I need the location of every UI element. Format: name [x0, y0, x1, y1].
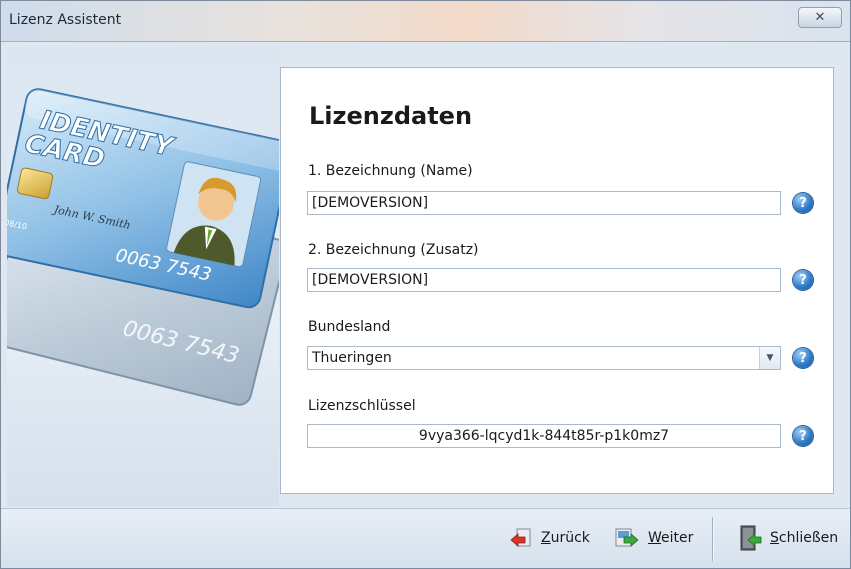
back-mnemonic: Z	[541, 530, 551, 546]
state-select-value: Thueringen	[312, 350, 392, 366]
name-label: 1. Bezeichnung (Name)	[308, 163, 473, 179]
name-help-icon[interactable]: ?	[793, 193, 813, 213]
license-wizard-window: Lizenz Assistent ✕ 0063 7543 IDENTITY CA…	[0, 0, 851, 569]
button-separator	[712, 517, 713, 561]
license-key-help-icon[interactable]: ?	[793, 426, 813, 446]
state-select[interactable]: Thueringen ▼	[307, 346, 781, 370]
state-label: Bundesland	[308, 319, 391, 335]
next-mnemonic: W	[648, 530, 662, 546]
window-title: Lizenz Assistent	[9, 12, 122, 28]
addition-label: 2. Bezeichnung (Zusatz)	[308, 242, 479, 258]
exit-door-icon	[740, 525, 762, 551]
license-key-field[interactable]: 9vya366-lqcyd1k-844t85r-p1k0mz7	[307, 424, 781, 448]
button-bar: Zurück Weiter Schließen	[1, 508, 850, 568]
next-label: eiter	[661, 530, 694, 546]
window-close-button[interactable]: ✕	[798, 7, 842, 28]
back-arrow-icon	[510, 528, 531, 547]
addition-help-icon[interactable]: ?	[793, 270, 813, 290]
help-glyph: ?	[799, 195, 807, 211]
chevron-down-icon[interactable]: ▼	[759, 347, 780, 369]
next-arrow-icon	[615, 528, 639, 547]
close-button[interactable]: Schließen	[738, 520, 838, 556]
title-bar[interactable]: Lizenz Assistent ✕	[1, 1, 850, 42]
page-title: Lizenzdaten	[309, 102, 473, 130]
help-glyph: ?	[799, 350, 807, 366]
close-label: chließen	[778, 530, 839, 546]
help-glyph: ?	[799, 428, 807, 444]
addition-field[interactable]: [DEMOVERSION]	[307, 268, 781, 292]
close-mnemonic: S	[770, 530, 779, 546]
identity-card-illustration: 0063 7543 IDENTITY CARD John W. Smith 08…	[7, 47, 279, 506]
close-icon: ✕	[814, 10, 826, 25]
name-field[interactable]: [DEMOVERSION]	[307, 191, 781, 215]
back-label: urück	[550, 530, 590, 546]
help-glyph: ?	[799, 272, 807, 288]
license-data-panel: Lizenzdaten 1. Bezeichnung (Name) [DEMOV…	[280, 67, 834, 494]
state-help-icon[interactable]: ?	[793, 348, 813, 368]
back-button[interactable]: Zurück	[509, 520, 590, 556]
identity-card-icon: 0063 7543 IDENTITY CARD John W. Smith 08…	[7, 88, 279, 406]
next-button[interactable]: Weiter	[614, 520, 693, 556]
license-key-label: Lizenzschlüssel	[308, 398, 416, 414]
